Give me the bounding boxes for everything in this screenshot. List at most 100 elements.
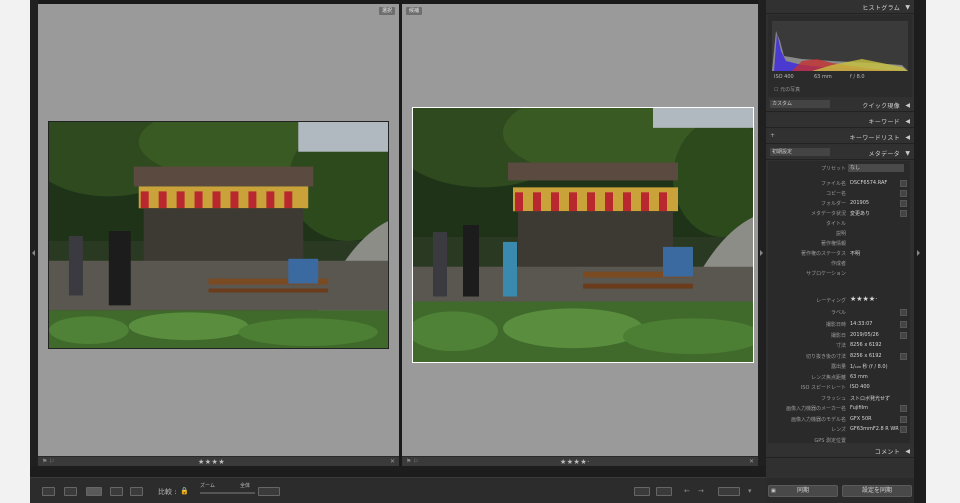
- metadata-value[interactable]: 8256 x 6192: [850, 353, 882, 359]
- quick-develop-header[interactable]: カスタム クイック現像 ◀: [766, 98, 914, 112]
- select-pane[interactable]: 選択 ⚑ ⚐ ★★★★ ✕: [38, 4, 399, 466]
- metadata-value[interactable]: 2019/05/26: [850, 332, 879, 338]
- metadata-set-select[interactable]: 初期設定: [770, 148, 830, 156]
- metadata-header[interactable]: 初期設定 メタデータ ▼: [766, 146, 914, 160]
- metadata-row: タイトル: [768, 219, 916, 229]
- keyword-list-header[interactable]: + キーワードリスト ◀: [766, 130, 914, 144]
- metadata-panel: プリセット なし ファイル名 DSCF6574.RAF コピー名 フォルダー 20190…: [768, 161, 910, 444]
- metadata-value[interactable]: DSCF6574.RAF: [850, 180, 887, 186]
- metadata-action-button[interactable]: [900, 200, 907, 207]
- metadata-value[interactable]: ISO 400: [850, 384, 870, 390]
- comments-header[interactable]: コメント ◀: [766, 444, 914, 458]
- grid-view-button[interactable]: [42, 487, 55, 496]
- metadata-row: 画像入力機器のモデル名 GFX 50R: [768, 415, 916, 425]
- candidate-photo[interactable]: [412, 107, 754, 363]
- metadata-key: タイトル: [825, 221, 846, 227]
- metadata-value[interactable]: 63 mm: [850, 374, 868, 380]
- select-rating[interactable]: ★★★★: [198, 458, 225, 466]
- metadata-key: 寸法: [835, 343, 846, 349]
- metadata-value[interactable]: GF63mmF2.8 R WR: [850, 426, 899, 432]
- candidate-rating[interactable]: ★★★★·: [560, 458, 590, 466]
- metadata-value[interactable]: 不明: [850, 250, 860, 257]
- metadata-action-button[interactable]: [900, 405, 907, 412]
- metadata-action-button[interactable]: [900, 210, 907, 217]
- fit-label: 全体: [240, 483, 251, 489]
- metadata-value[interactable]: 変更あり: [850, 210, 870, 217]
- done-button[interactable]: [718, 487, 740, 496]
- sync-button[interactable]: ▣ 同期: [768, 485, 838, 497]
- metadata-value[interactable]: ストロボ発光せず: [850, 395, 890, 402]
- next-arrow-icon[interactable]: →: [698, 487, 704, 495]
- metadata-action-button[interactable]: [900, 415, 907, 423]
- metadata-row: 説明: [768, 229, 916, 239]
- left-panel-toggle[interactable]: [30, 0, 38, 466]
- select-pane-footer: ⚑ ⚐ ★★★★ ✕: [38, 456, 399, 466]
- metadata-preset-select[interactable]: なし: [848, 164, 904, 172]
- metadata-row: 撮影日時 14:33:07: [768, 320, 916, 330]
- metadata-key: メタデータ状況: [810, 211, 846, 217]
- metadata-key: コピー名: [825, 191, 846, 197]
- toolbar-menu-icon[interactable]: ▾: [748, 487, 752, 495]
- metadata-row: 切り抜き後の寸法 8256 x 6192: [768, 352, 916, 362]
- histogram-focal: 63 mm: [814, 74, 832, 80]
- toolbar: 比較 : 🔒 ズーム 全体 ← → ▾: [30, 477, 766, 503]
- metadata-row: サブロケーション: [768, 269, 916, 279]
- flag-icon[interactable]: ⚑ ⚐: [406, 458, 419, 465]
- make-select-button[interactable]: [656, 487, 672, 496]
- metadata-value[interactable]: GFX 50R: [850, 416, 872, 422]
- metadata-row: フォルダー 201905: [768, 199, 916, 209]
- label-row: ラベル: [768, 308, 916, 318]
- swap-button[interactable]: [258, 487, 280, 496]
- loupe-view-button[interactable]: [64, 487, 77, 496]
- sync-settings-button[interactable]: 設定を同期: [842, 485, 912, 497]
- survey-view-button[interactable]: [110, 487, 123, 496]
- histogram-iso: ISO 400: [774, 74, 794, 80]
- filmstrip-toggle[interactable]: [758, 0, 766, 466]
- rating-row: レーティング ★★★★·: [816, 295, 878, 304]
- metadata-action-button[interactable]: [900, 331, 907, 339]
- metadata-value[interactable]: 14:33:07: [850, 321, 872, 327]
- histogram-panel: ISO 400 63 mm f / 8.0 ☐ 元の写真: [768, 15, 912, 97]
- compare-view-button[interactable]: [86, 487, 102, 496]
- metadata-row: 画像入力機器のメーカー名 Fujifilm: [768, 404, 916, 414]
- candidate-pane-footer: ⚑ ⚐ ★★★★· ✕: [402, 456, 758, 466]
- metadata-key: サブロケーション: [806, 271, 846, 277]
- metadata-value[interactable]: 201905: [850, 200, 869, 206]
- metadata-rating[interactable]: ★★★★·: [850, 295, 877, 303]
- metadata-key: フラッシュ: [820, 395, 846, 402]
- lock-icon[interactable]: 🔒: [180, 487, 189, 495]
- keywords-header[interactable]: キーワード ◀: [766, 114, 914, 128]
- label-button[interactable]: [900, 309, 907, 316]
- panel-toggle-icon[interactable]: [917, 250, 920, 256]
- metadata-action-button[interactable]: [900, 352, 907, 360]
- zoom-slider[interactable]: [200, 492, 255, 494]
- close-icon[interactable]: ✕: [390, 458, 395, 465]
- select-photo[interactable]: [48, 121, 389, 349]
- metadata-action-button[interactable]: [900, 426, 907, 433]
- preset-select[interactable]: カスタム: [770, 100, 830, 108]
- toggle-icon[interactable]: ▣: [771, 486, 776, 496]
- select-tag: 選択: [378, 7, 395, 15]
- candidate-pane[interactable]: 候補 ⚑ ⚐ ★★★★· ✕: [402, 4, 758, 466]
- metadata-action-button[interactable]: [900, 180, 907, 187]
- metadata-action-button[interactable]: [900, 321, 907, 328]
- plus-icon[interactable]: +: [770, 132, 775, 139]
- metadata-key: 著作権のステータス: [800, 251, 846, 257]
- metadata-key: 撮影日時: [825, 322, 846, 328]
- right-scrollbar[interactable]: [914, 0, 926, 503]
- histogram-graph[interactable]: [772, 21, 908, 71]
- flag-icon[interactable]: ⚑ ⚐: [42, 458, 55, 465]
- metadata-key: 説明: [835, 231, 846, 237]
- histogram-header[interactable]: ヒストグラム ▼: [766, 0, 914, 14]
- metadata-value[interactable]: 1/₁₀₀ 秒 (f / 8.0): [850, 363, 888, 370]
- metadata-row: ISO スピードレート ISO 400: [768, 383, 916, 393]
- metadata-value[interactable]: Fujifilm: [850, 405, 868, 411]
- metadata-value[interactable]: 8256 x 6192: [850, 342, 882, 348]
- original-photo-checkbox[interactable]: ☐ 元の写真: [774, 86, 800, 93]
- swap-photos-button[interactable]: [634, 487, 650, 496]
- metadata-action-button[interactable]: [900, 190, 907, 197]
- close-icon[interactable]: ✕: [749, 458, 754, 465]
- people-view-button[interactable]: [130, 487, 143, 496]
- prev-arrow-icon[interactable]: ←: [684, 487, 690, 495]
- metadata-key: レンズ: [831, 427, 846, 433]
